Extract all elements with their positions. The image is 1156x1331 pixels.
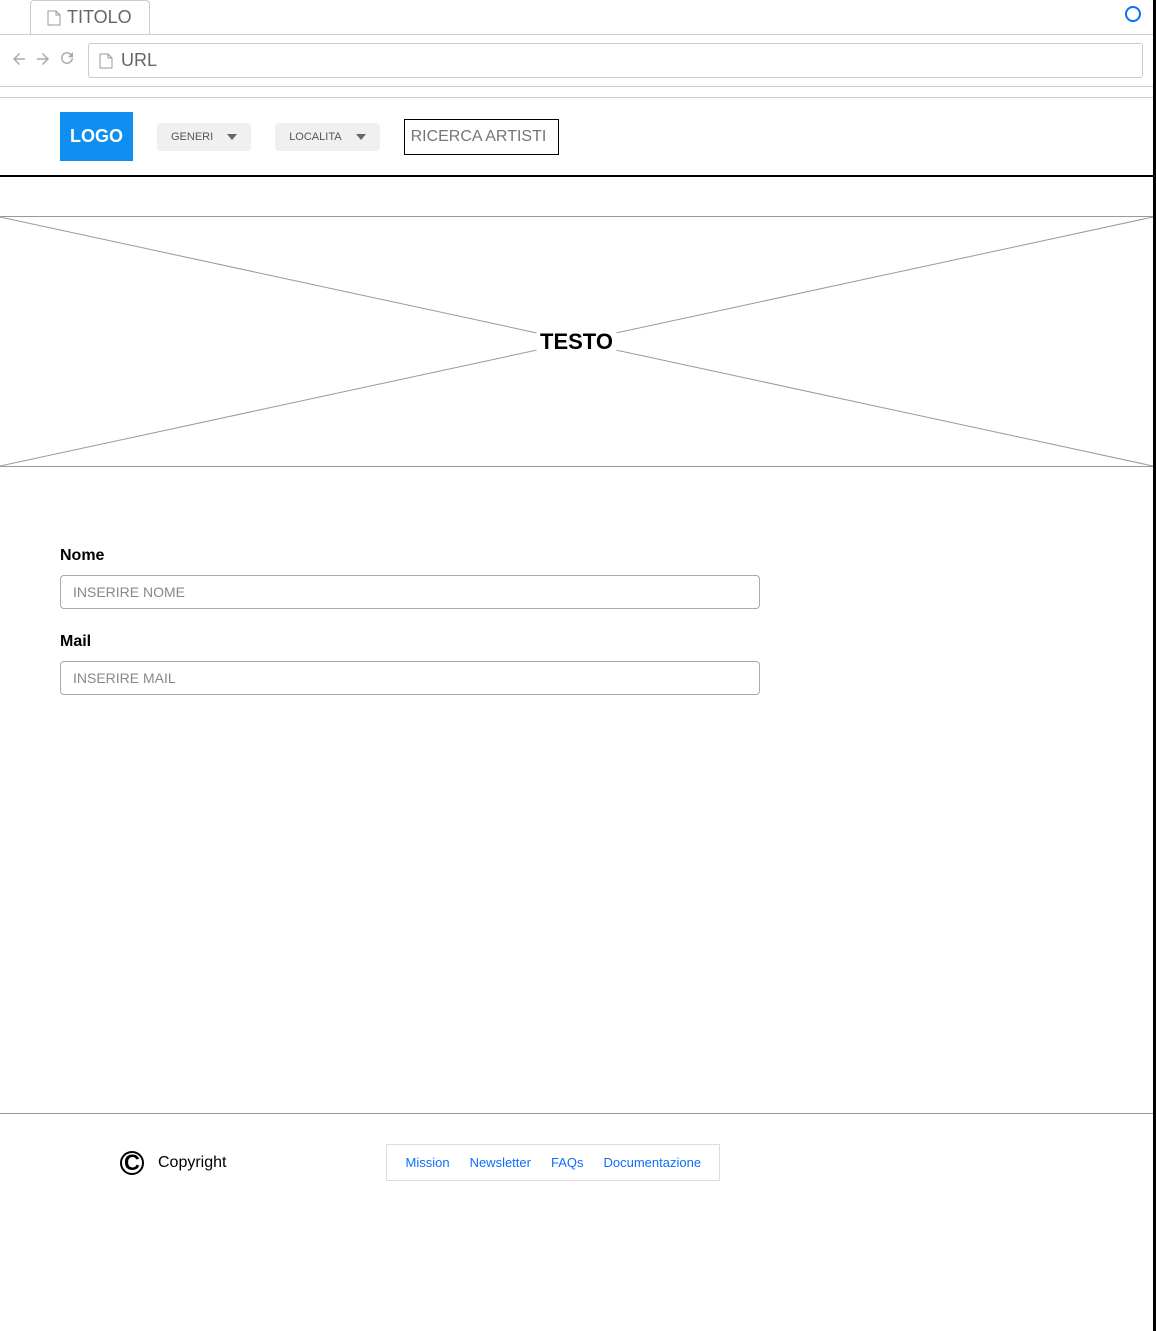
hero-placeholder: TESTO xyxy=(0,217,1153,467)
copyright-icon: C xyxy=(120,1151,144,1175)
search-artists-input[interactable] xyxy=(404,119,559,155)
footer-links: Mission Newsletter FAQs Documentazione xyxy=(386,1144,720,1181)
url-text: URL xyxy=(121,50,157,71)
newsletter-form: Nome Mail xyxy=(0,467,1153,739)
browser-nav-bar: URL xyxy=(0,35,1153,86)
footer-link-mission[interactable]: Mission xyxy=(405,1155,449,1170)
browser-tab[interactable]: TITOLO xyxy=(30,0,150,34)
dropdown-label: LOCALITA xyxy=(289,131,341,143)
footer-link-faqs[interactable]: FAQs xyxy=(551,1155,584,1170)
logo[interactable]: LOGO xyxy=(60,112,133,161)
tab-bar: TITOLO xyxy=(0,0,1153,35)
nome-input[interactable] xyxy=(60,575,760,609)
footer-link-newsletter[interactable]: Newsletter xyxy=(470,1155,531,1170)
mail-input[interactable] xyxy=(60,661,760,695)
hero-text: TESTO xyxy=(536,329,617,355)
dropdown-label: GENERI xyxy=(171,131,213,143)
reload-button[interactable] xyxy=(58,49,76,73)
form-group-mail: Mail xyxy=(60,633,1093,695)
footer: C Copyright Mission Newsletter FAQs Docu… xyxy=(0,1113,1153,1211)
form-group-nome: Nome xyxy=(60,547,1093,609)
browser-chrome: TITOLO URL xyxy=(0,0,1153,87)
page-icon xyxy=(47,10,61,26)
mail-label: Mail xyxy=(60,633,1093,651)
forward-button[interactable] xyxy=(34,50,52,72)
back-button[interactable] xyxy=(10,50,28,72)
tab-title: TITOLO xyxy=(67,7,132,28)
status-indicator-icon xyxy=(1125,6,1141,22)
copyright-text: Copyright xyxy=(158,1154,226,1172)
nome-label: Nome xyxy=(60,547,1093,565)
chevron-down-icon xyxy=(227,134,237,140)
site-header: LOGO GENERI LOCALITA xyxy=(0,97,1153,177)
page-icon xyxy=(99,53,113,69)
footer-link-documentazione[interactable]: Documentazione xyxy=(604,1155,702,1170)
url-bar[interactable]: URL xyxy=(88,43,1143,78)
chevron-down-icon xyxy=(356,134,366,140)
generi-dropdown[interactable]: GENERI xyxy=(157,123,251,151)
spacer xyxy=(0,177,1153,217)
localita-dropdown[interactable]: LOCALITA xyxy=(275,123,379,151)
copyright-section: C Copyright xyxy=(120,1151,226,1175)
